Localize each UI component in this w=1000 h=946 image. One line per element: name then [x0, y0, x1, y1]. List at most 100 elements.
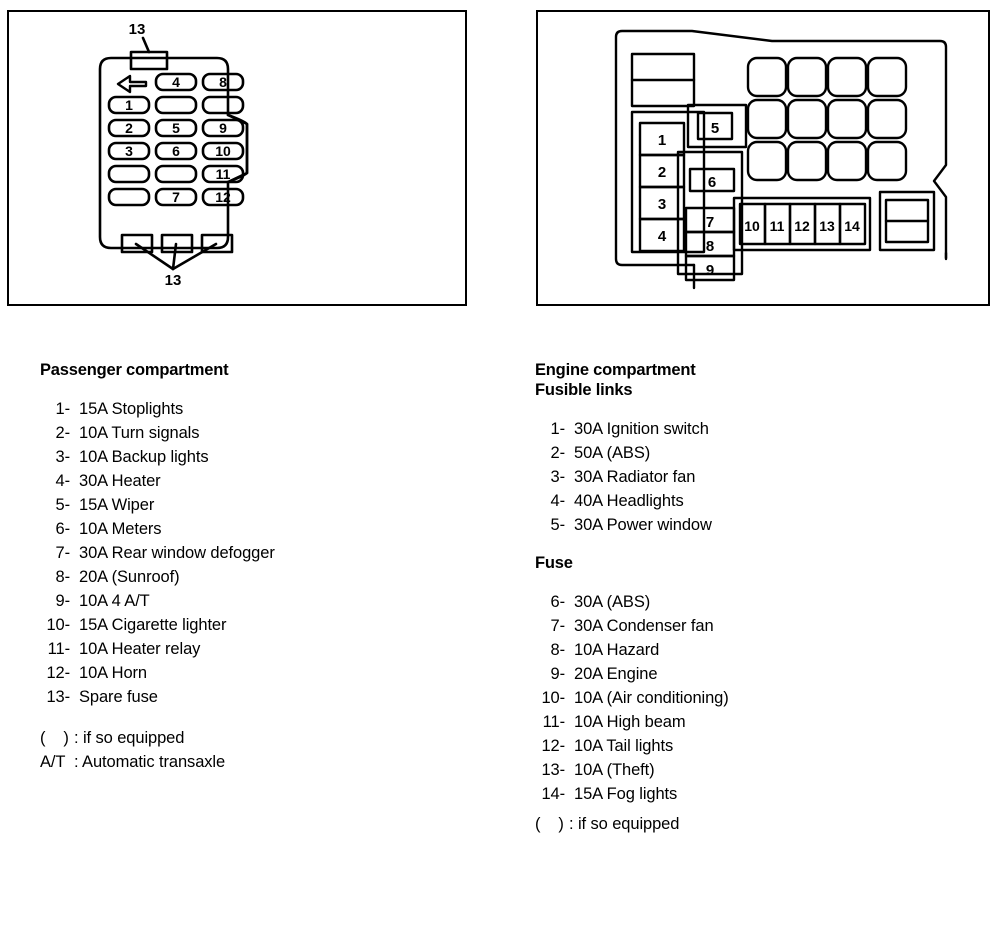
- list-item-number: 8-: [55, 568, 71, 587]
- footnote-key: ( ): [40, 729, 69, 748]
- fuse-subheading: Fuse: [535, 554, 573, 573]
- list-item-text: 10A Heater relay: [79, 640, 201, 659]
- relay-socket-grid: [746, 56, 908, 182]
- footnote-value: : if so equipped: [569, 815, 680, 834]
- fuse-slot-empty-r2c3: [201, 95, 245, 115]
- list-item: 13- Spare fuse: [40, 685, 490, 709]
- fuse-label-10: 10: [215, 143, 231, 159]
- engine-fuse-box-drawing: 1 2 3 4 5 6 7 8 9 10 11 12 13 14: [614, 29, 948, 290]
- list-item-number: 13-: [46, 688, 70, 707]
- engine-legend-heading-line2: Fusible links: [535, 381, 633, 400]
- list-item: 11- 10A Heater relay: [40, 637, 490, 661]
- list-item: 10- 10A (Air conditioning): [535, 686, 985, 710]
- list-item: 5- 30A Power window: [535, 513, 985, 537]
- list-item-text: 15A Cigarette lighter: [79, 616, 227, 635]
- engine-label-6: 6: [708, 174, 716, 191]
- list-item-text: 30A Rear window defogger: [79, 544, 275, 563]
- list-item-text: 30A Radiator fan: [574, 468, 696, 487]
- footnote-value: : Automatic transaxle: [74, 753, 226, 772]
- callout-13-bottom: 13: [165, 272, 182, 289]
- list-item-text: 15A Stoplights: [79, 400, 184, 419]
- callout-leader-top: [141, 36, 151, 54]
- relay-socket-r2c4: [866, 98, 908, 140]
- engine-label-13: 13: [819, 218, 835, 234]
- fuse-label-6: 6: [172, 143, 180, 159]
- spare-fuse-tab-top: [129, 50, 169, 71]
- engine-label-4: 4: [658, 228, 667, 245]
- list-item: 6- 30A (ABS): [535, 590, 985, 614]
- list-item-text: 10A Horn: [79, 664, 147, 683]
- list-item-number: 9-: [55, 592, 71, 611]
- fuse-slot-empty-r5c2: [154, 164, 198, 184]
- list-item-number: 12-: [46, 664, 70, 683]
- list-item-number: 4-: [55, 472, 71, 491]
- list-item-text: Spare fuse: [79, 688, 158, 707]
- engine-label-14: 14: [844, 218, 860, 234]
- list-item-number: 7-: [550, 617, 566, 636]
- list-item: 9- 20A Engine: [535, 662, 985, 686]
- list-item-number: 5-: [55, 496, 71, 515]
- list-item: 4- 40A Headlights: [535, 489, 985, 513]
- list-item-text: 15A Wiper: [79, 496, 155, 515]
- list-item: 12- 10A Horn: [40, 661, 490, 685]
- list-item-number: 1-: [550, 420, 566, 439]
- list-item-text: 10A Hazard: [574, 641, 660, 660]
- list-item-number: 2-: [55, 424, 71, 443]
- relay-socket-r3c4: [866, 140, 908, 182]
- fuse-label-3: 3: [125, 143, 133, 159]
- footnote-automatic-transaxle: A/T : Automatic transaxle: [40, 750, 490, 774]
- list-item-number: 3-: [55, 448, 71, 467]
- passenger-fuse-list: 1- 15A Stoplights 2- 10A Turn signals 3- 10…: [40, 397, 490, 709]
- list-item: 8- 10A Hazard: [535, 638, 985, 662]
- list-item: 9- 10A 4 A/T: [40, 589, 490, 613]
- passenger-legend-heading: Passenger compartment: [40, 361, 229, 379]
- passenger-compartment-diagram-frame: 4 8 1 2 5 9 3 6 10 11 7 12 13 13: [7, 10, 467, 306]
- engine-label-11: 11: [770, 218, 785, 234]
- list-item: 8- 20A (Sunroof): [40, 565, 490, 589]
- relay-socket-r1c2: [786, 56, 828, 98]
- left-arrow-icon: [116, 74, 148, 94]
- engine-label-2: 2: [658, 164, 666, 181]
- list-item-text: 20A Engine: [574, 665, 658, 684]
- footnote-if-so-equipped: ( ): if so equipped: [40, 726, 490, 750]
- footnote-key: ( ): [535, 815, 564, 834]
- relay-socket-r2c1: [746, 98, 788, 140]
- passenger-fuse-box-drawing: 4 8 1 2 5 9 3 6 10 11 7 12 13 13: [98, 21, 249, 289]
- list-item-number: 2-: [550, 444, 566, 463]
- list-item-text: 10A Backup lights: [79, 448, 209, 467]
- list-item: 7- 30A Rear window defogger: [40, 541, 490, 565]
- list-item-text: 30A Power window: [574, 516, 712, 535]
- list-item-number: 11-: [47, 640, 70, 659]
- list-item-text: 10A High beam: [574, 713, 686, 732]
- fuse-label-1: 1: [125, 97, 133, 113]
- list-item-text: 30A (ABS): [574, 593, 651, 612]
- list-item: 13- 10A (Theft): [535, 758, 985, 782]
- list-item-text: 10A (Air conditioning): [574, 689, 729, 708]
- fuse-label-9: 9: [219, 120, 227, 136]
- list-item: 6- 10A Meters: [40, 517, 490, 541]
- list-item: 5- 15A Wiper: [40, 493, 490, 517]
- engine-compartment-legend: Engine compartment Fusible links 1- 30A I…: [535, 360, 985, 836]
- relay-socket-r1c4: [866, 56, 908, 98]
- relay-socket-r2c3: [826, 98, 868, 140]
- relay-socket-r3c1: [746, 140, 788, 182]
- engine-legend-heading-line1: Engine compartment: [535, 361, 696, 379]
- list-item-number: 6-: [550, 593, 566, 612]
- list-item-text: 30A Condenser fan: [574, 617, 714, 636]
- fuse-slot-empty-r5c1: [107, 164, 151, 184]
- engine-label-10: 10: [744, 218, 760, 234]
- list-item-text: 20A (Sunroof): [79, 568, 180, 587]
- list-item-text: 10A 4 A/T: [79, 592, 150, 611]
- list-item-number: 7-: [55, 544, 71, 563]
- engine-label-8: 8: [706, 238, 714, 255]
- list-item: 12- 10A Tail lights: [535, 734, 985, 758]
- list-item: 11- 10A High beam: [535, 710, 985, 734]
- list-item-text: 10A Meters: [79, 520, 162, 539]
- engine-fuse-list: 6- 30A (ABS) 7- 30A Condenser fan 8- 10A Ha…: [535, 590, 985, 806]
- fuse-label-5: 5: [172, 120, 180, 136]
- list-item: 1- 30A Ignition switch: [535, 417, 985, 441]
- list-item-text: 50A (ABS): [574, 444, 651, 463]
- engine-label-1: 1: [658, 132, 666, 149]
- relay-socket-r2c2: [786, 98, 828, 140]
- fuse-slot-empty-r2c2: [154, 95, 198, 115]
